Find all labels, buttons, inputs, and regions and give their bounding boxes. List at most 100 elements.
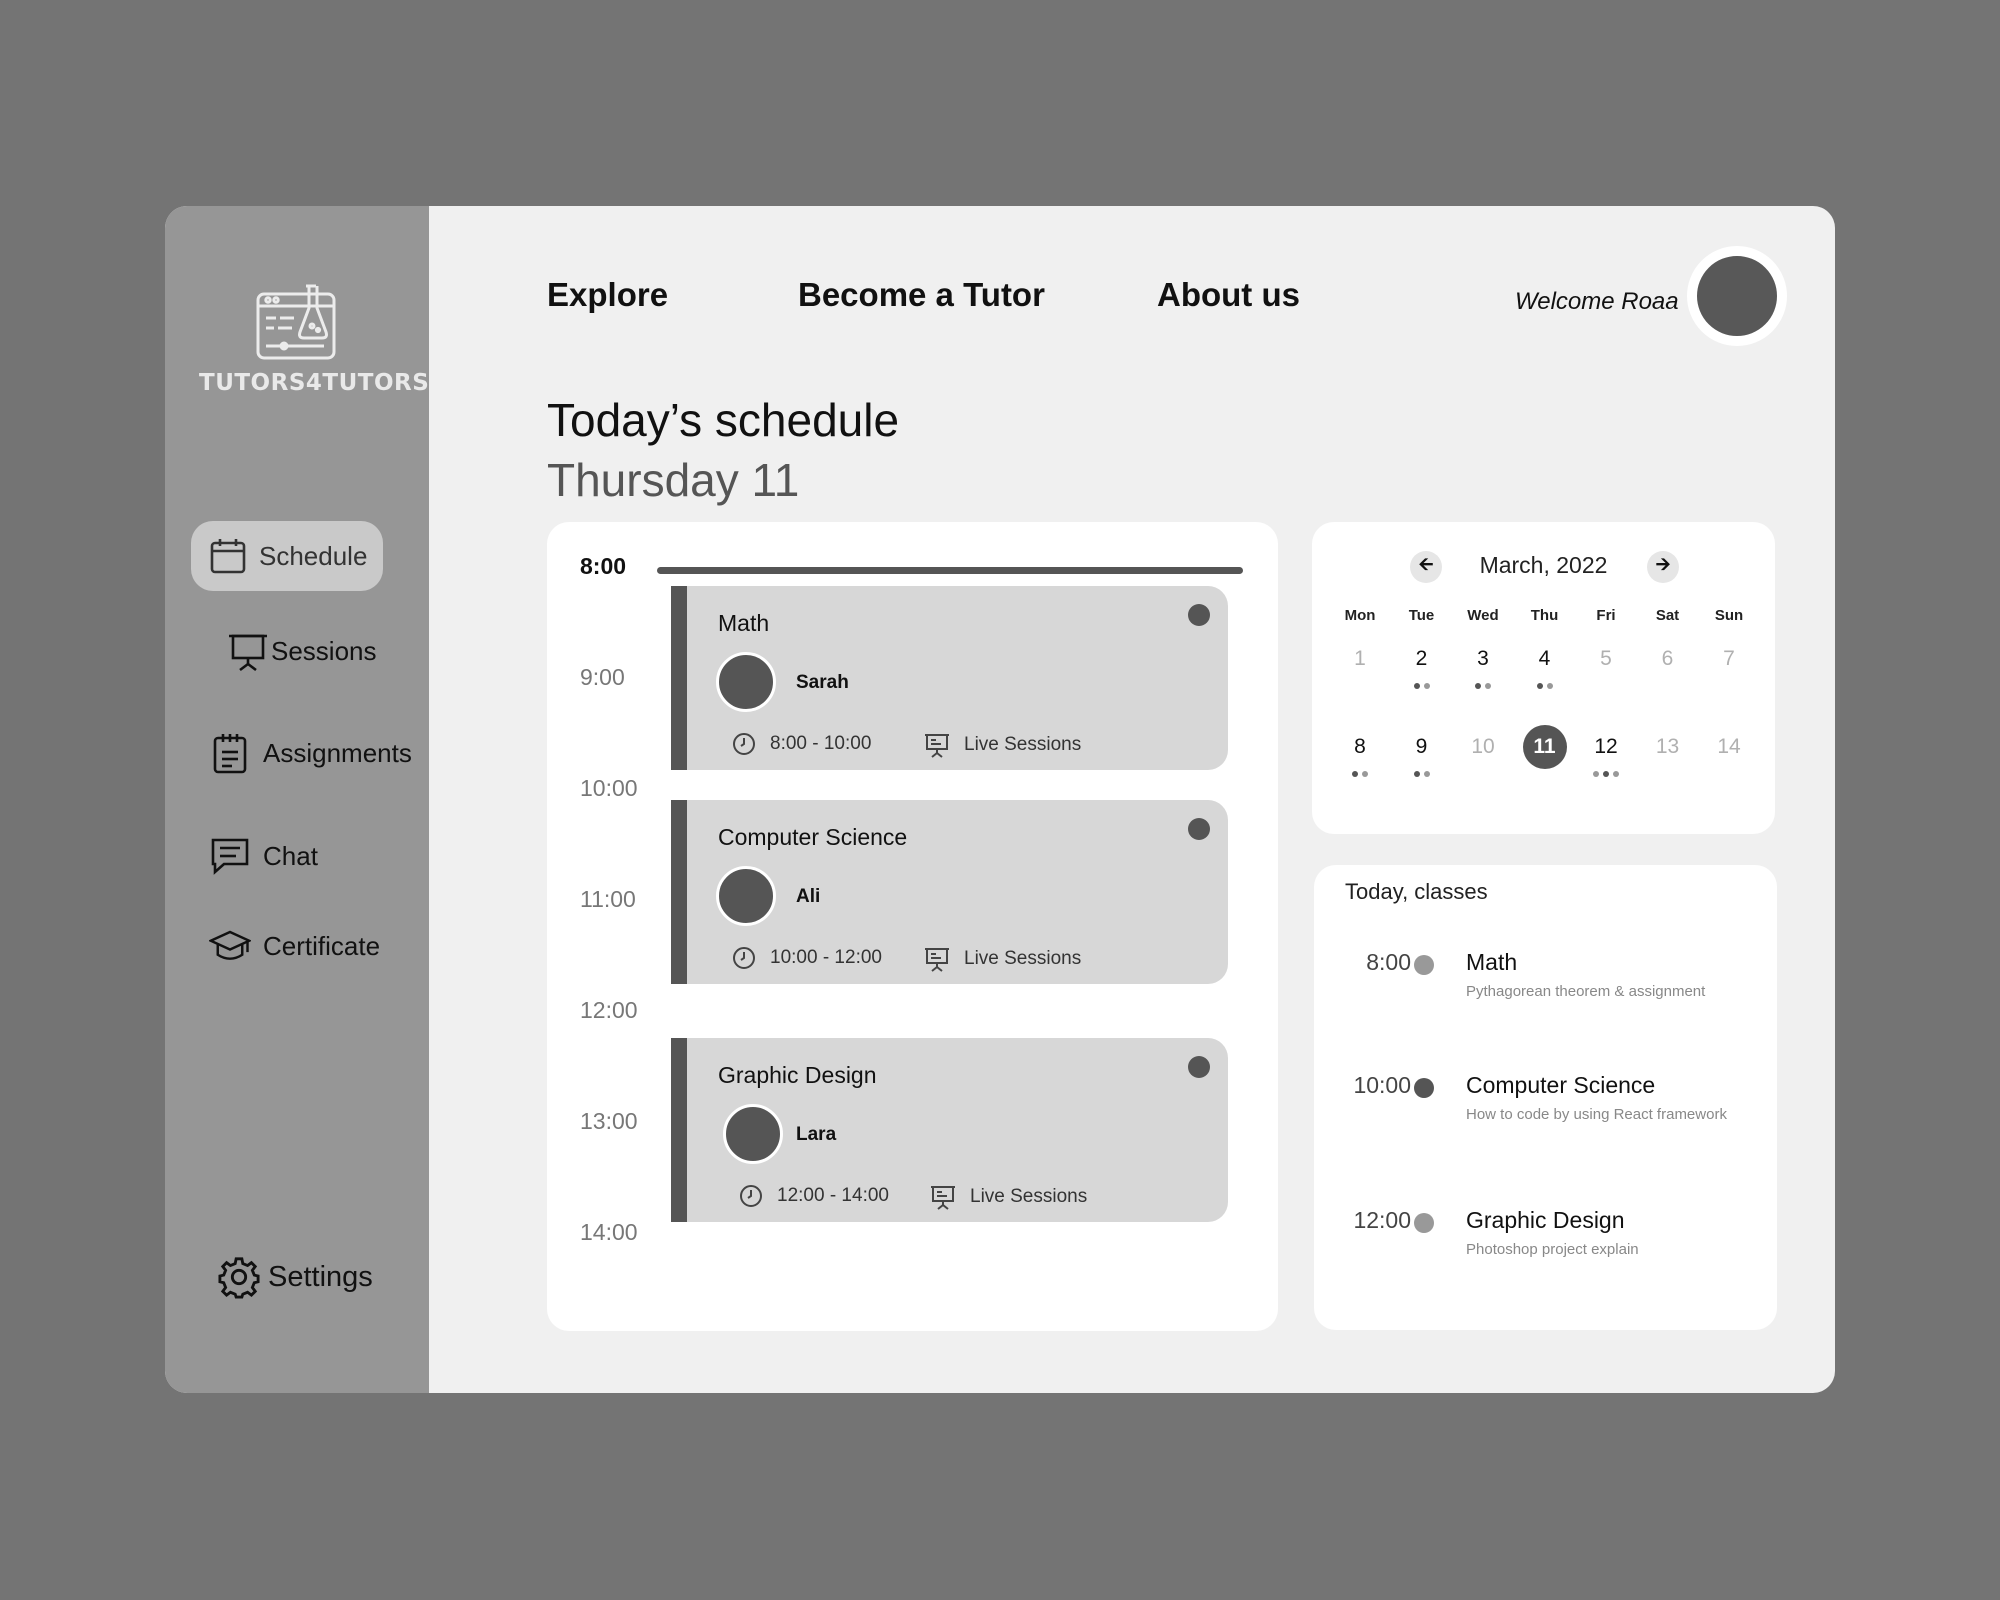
gear-icon (218, 1256, 260, 1299)
hour-label: 14:00 (580, 1219, 638, 1245)
current-time-indicator (657, 567, 1243, 574)
weekday-label: Tue (1408, 607, 1435, 624)
hour-label: 11:00 (580, 886, 636, 912)
calendar-icon (209, 535, 247, 577)
class-dot (1414, 955, 1434, 975)
weekday-label: Mon (1344, 607, 1376, 624)
tutor-name: Sarah (796, 672, 849, 693)
session-title: Math (718, 610, 770, 636)
session-card-math[interactable]: Math Sarah 8:00 - 10:00 Live Sessions (671, 586, 1228, 770)
calendar-day[interactable]: 6 (1640, 637, 1696, 725)
class-description: Photoshop project explain (1466, 1241, 1639, 1258)
weekday-label: Fri (1596, 607, 1616, 624)
arrow-right-icon: 🡪 (1655, 554, 1671, 574)
lab-notebook-icon (256, 284, 336, 360)
class-name: Graphic Design (1466, 1207, 1625, 1233)
panel-title: Today, classes (1345, 879, 1488, 904)
class-description: How to code by using React framework (1466, 1106, 1727, 1123)
clock-icon (740, 1185, 762, 1207)
event-dots (1455, 683, 1511, 689)
sidebar-item-label: Chat (263, 840, 318, 871)
session-title: Computer Science (718, 824, 908, 850)
session-time: 10:00 - 12:00 (732, 946, 882, 970)
sidebar-item-chat[interactable]: Chat (191, 821, 336, 891)
chat-icon (209, 835, 251, 877)
sidebar-item-schedule[interactable]: Schedule (191, 521, 383, 591)
session-type: Live Sessions (930, 1184, 1087, 1210)
status-dot (1188, 604, 1210, 626)
presentation-icon (925, 734, 949, 758)
logo[interactable]: TUTORS4TUTORS (199, 280, 430, 396)
nav-link-explore[interactable]: Explore (547, 276, 668, 314)
settings-button[interactable]: Settings (200, 1242, 391, 1312)
session-type: Live Sessions (924, 732, 1081, 758)
presentation-icon (931, 1186, 955, 1210)
session-card-graphic-design[interactable]: Graphic Design Lara 12:00 - 14:00 Live S… (671, 1038, 1228, 1222)
sidebar-item-label: Certificate (263, 930, 381, 961)
calendar-day[interactable]: 13 (1640, 725, 1696, 813)
page-title: Today’s schedule (547, 394, 900, 446)
calendar-day[interactable]: 7 (1701, 637, 1757, 725)
sidebar: TUTORS4TUTORS Schedule Sessions Assignme… (165, 206, 429, 1393)
weekday-label: Sun (1714, 607, 1744, 624)
class-time: 10:00 (1353, 1072, 1411, 1098)
nav-link-about-us[interactable]: About us (1157, 276, 1300, 314)
clock-icon (733, 733, 755, 755)
presentation-board-icon (227, 630, 269, 672)
calendar-day-selected[interactable]: 11 (1517, 725, 1573, 813)
event-dots (1394, 771, 1450, 777)
hour-label: 10:00 (580, 775, 638, 801)
class-description: Pythagorean theorem & assignment (1466, 983, 1706, 1000)
tutor-name: Ali (796, 886, 821, 907)
tutor-avatar (716, 866, 776, 926)
session-time: 8:00 - 10:00 (732, 732, 871, 756)
tutor-avatar (723, 1104, 783, 1164)
page-subtitle: Thursday 11 (547, 454, 800, 506)
calendar-day[interactable]: 12 (1578, 725, 1634, 813)
class-name: Math (1466, 949, 1518, 975)
calendar-month: March, 2022 (1479, 552, 1608, 578)
schedule-timeline: 8:00 9:00 10:00 11:00 12:00 13:00 14:00 … (547, 522, 1278, 1331)
session-card-computer-science[interactable]: Computer Science Ali 10:00 - 12:00 Live … (671, 800, 1228, 984)
calendar-day[interactable]: 1 (1332, 637, 1388, 725)
status-dot (1188, 1056, 1210, 1078)
settings-label: Settings (268, 1260, 373, 1293)
class-time: 8:00 (1366, 949, 1411, 975)
weekday-label: Thu (1530, 607, 1559, 624)
calendar-day[interactable]: 5 (1578, 637, 1634, 725)
calendar-day[interactable]: 10 (1455, 725, 1511, 813)
class-name: Computer Science (1466, 1072, 1656, 1098)
class-dot (1414, 1078, 1434, 1098)
calendar-day[interactable]: 9 (1394, 725, 1450, 813)
session-title: Graphic Design (718, 1062, 877, 1088)
sidebar-item-sessions[interactable]: Sessions (209, 616, 395, 686)
sidebar-item-label: Sessions (271, 635, 377, 666)
calendar-day[interactable]: 3 (1455, 637, 1511, 725)
session-time: 12:00 - 14:00 (739, 1184, 889, 1208)
welcome-message: Welcome Roaa (1515, 288, 1679, 315)
event-dots (1578, 771, 1634, 777)
logo-text: TUTORS4TUTORS (199, 370, 430, 396)
hour-label: 13:00 (580, 1108, 638, 1134)
clipboard-icon (209, 732, 251, 774)
month-calendar: 🡨 March, 2022 🡪 Mon Tue Wed Thu Fri Sat … (1312, 522, 1775, 834)
class-dot (1414, 1213, 1434, 1233)
hour-label: 9:00 (580, 664, 625, 690)
weekday-label: Sat (1655, 607, 1680, 624)
tutor-name: Lara (796, 1124, 837, 1145)
event-dots (1394, 683, 1450, 689)
sidebar-item-certificate[interactable]: Certificate (191, 911, 398, 981)
sidebar-item-assignments[interactable]: Assignments (191, 718, 430, 788)
calendar-day[interactable]: 8 (1332, 725, 1388, 813)
weekday-label: Wed (1467, 607, 1499, 624)
presentation-icon (925, 948, 949, 972)
calendar-day[interactable]: 14 (1701, 725, 1757, 813)
user-avatar[interactable] (1687, 246, 1787, 346)
nav-link-become-a-tutor[interactable]: Become a Tutor (798, 276, 1045, 314)
calendar-day[interactable]: 2 (1394, 637, 1450, 725)
next-month-button[interactable]: 🡪 (1647, 551, 1679, 583)
calendar-day[interactable]: 4 (1517, 637, 1573, 725)
sidebar-item-label: Assignments (263, 737, 412, 768)
session-type: Live Sessions (924, 946, 1081, 972)
event-dots (1517, 683, 1573, 689)
